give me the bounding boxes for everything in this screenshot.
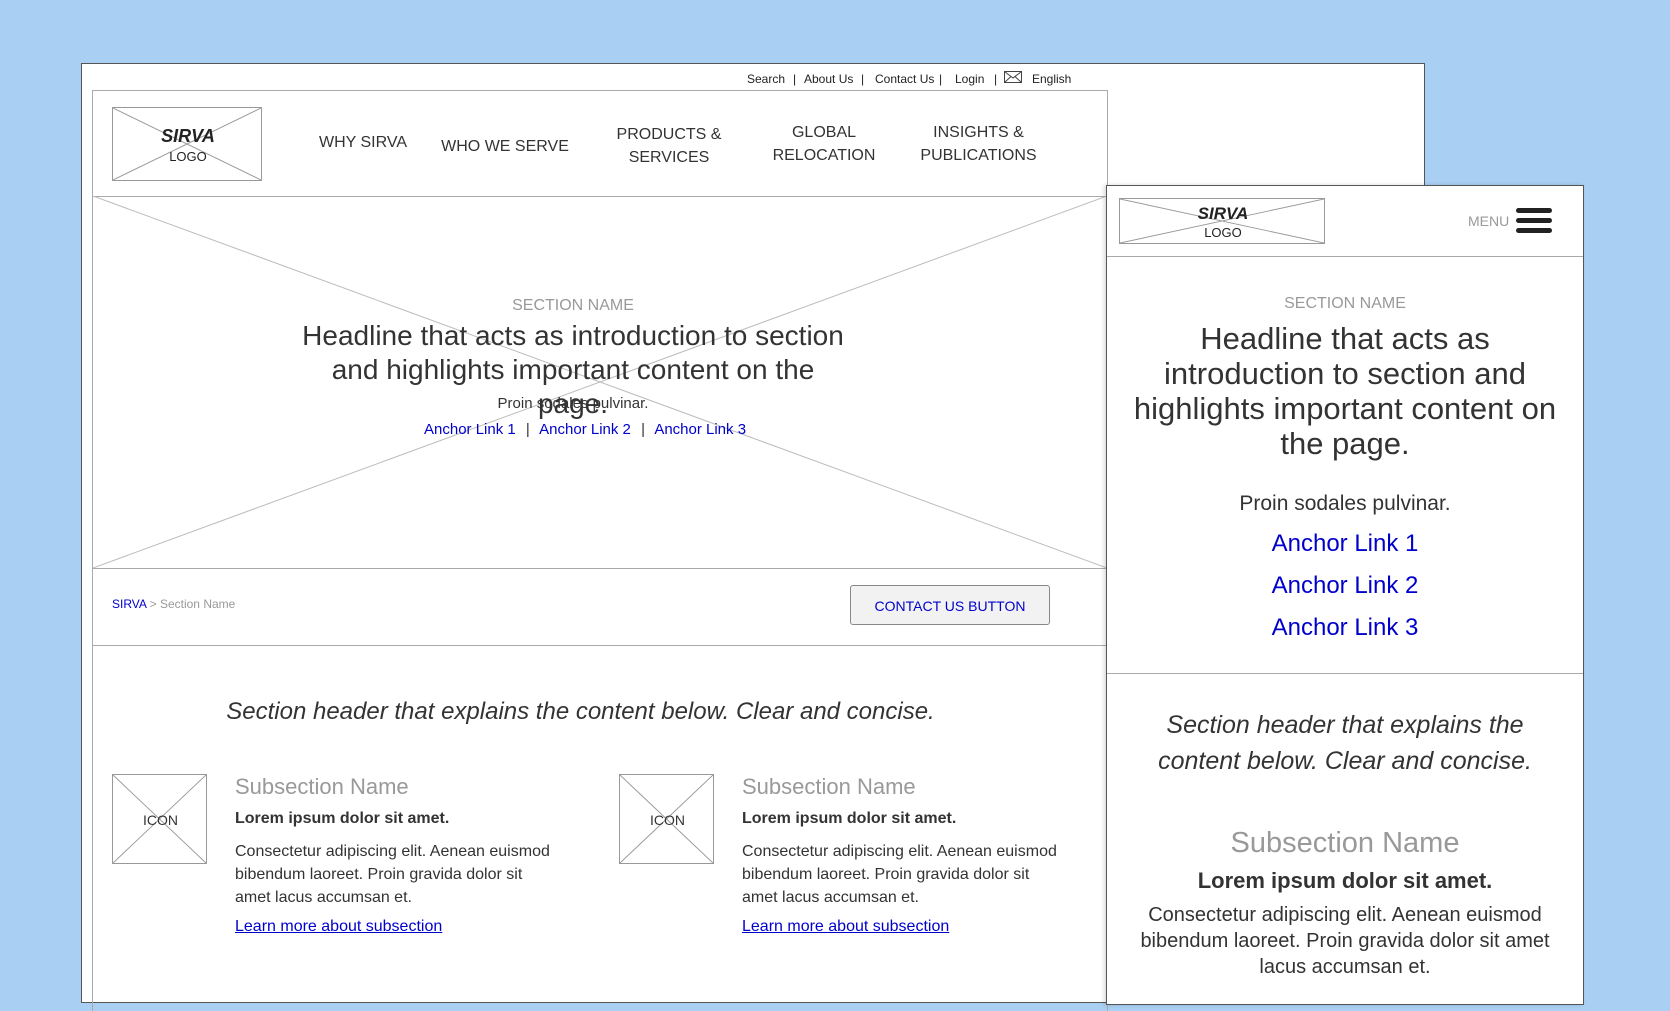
mobile-subsection-body: Consectetur adipiscing elit. Aenean euis…	[1140, 904, 1550, 978]
logo-label: LOGO	[169, 149, 207, 164]
subsection-icon: ICON	[619, 774, 714, 864]
subsection-icon: ICON	[112, 774, 207, 864]
utility-contact-link[interactable]: Contact Us	[875, 72, 934, 86]
utility-nav: Search | About Us | Contact Us | Login |…	[82, 64, 1092, 90]
mobile-wireframe: SIRVA LOGO MENU SECTION NAME Headline th…	[1106, 185, 1584, 1005]
divider	[1107, 673, 1583, 674]
hero-subtext: Proin sodales pulvinar.	[497, 395, 649, 412]
subsection-name: Subsection Name	[742, 774, 916, 799]
mobile-anchor-link-3[interactable]: Anchor Link 3	[1107, 614, 1583, 642]
mobile-subsection-lead: Lorem ipsum dolor sit amet.	[1197, 868, 1493, 893]
mobile-subsection-name: Subsection Name	[1230, 827, 1460, 859]
breadcrumb-home[interactable]: SIRVA	[112, 597, 146, 611]
icon-placeholder-label: ICON	[143, 812, 178, 828]
nav-products-services[interactable]: PRODUCTS & SERVICES	[603, 123, 735, 169]
desktop-page: SIRVA LOGO WHY SIRVA WHO WE SERVE PRODUC…	[92, 90, 1108, 1011]
mobile-anchor-link-1[interactable]: Anchor Link 1	[1107, 530, 1583, 558]
language-selector[interactable]: English	[1032, 72, 1071, 86]
mobile-header: SIRVA LOGO MENU	[1107, 186, 1583, 257]
mobile-section-header: Section header that explains the content…	[1158, 711, 1532, 775]
learn-more-link[interactable]: Learn more about subsection	[742, 918, 949, 936]
breadcrumb-current: Section Name	[159, 597, 236, 611]
contact-us-button[interactable]: CONTACT US BUTTON	[850, 585, 1050, 625]
separator: |	[793, 72, 797, 86]
subsection-lead: Lorem ipsum dolor sit amet.	[235, 810, 450, 827]
breadcrumb: SIRVA > Section Name	[112, 597, 235, 611]
nav-who-we-serve[interactable]: WHO WE SERVE	[435, 135, 575, 158]
separator: |	[525, 421, 530, 438]
anchor-link-1[interactable]: Anchor Link 1	[424, 421, 516, 438]
subsection-card: ICON Subsection Name Lorem ipsum dolor s…	[112, 774, 572, 974]
hamburger-menu-icon[interactable]	[1516, 208, 1552, 238]
site-logo[interactable]: SIRVA LOGO	[112, 107, 262, 181]
hero-image-placeholder: SECTION NAME Headline that acts as intro…	[93, 196, 1107, 569]
subsection-body: Consectetur adipiscing elit. Aenean euis…	[742, 843, 1057, 906]
logo-label: LOGO	[1204, 225, 1242, 240]
mobile-anchor-link-2[interactable]: Anchor Link 2	[1107, 572, 1583, 600]
subsection-lead: Lorem ipsum dolor sit amet.	[742, 810, 957, 827]
mobile-section-name: SECTION NAME	[1284, 295, 1406, 312]
anchor-link-2[interactable]: Anchor Link 2	[539, 421, 631, 438]
separator: |	[861, 72, 865, 86]
separator: |	[939, 72, 943, 86]
menu-label[interactable]: MENU	[1468, 213, 1509, 229]
separator: |	[641, 421, 645, 438]
subsection-name: Subsection Name	[235, 774, 409, 799]
hero-anchor-links: Anchor Link 1 | Anchor Link 2 | Anchor L…	[424, 421, 746, 438]
envelope-icon[interactable]	[1004, 71, 1022, 83]
logo-brand: SIRVA	[1197, 204, 1249, 223]
anchor-link-3[interactable]: Anchor Link 3	[654, 421, 746, 438]
utility-login-link[interactable]: Login	[955, 72, 984, 86]
hero-section-name: SECTION NAME	[512, 297, 634, 314]
utility-search-link[interactable]: Search	[747, 72, 785, 86]
learn-more-link[interactable]: Learn more about subsection	[235, 918, 442, 936]
separator: |	[994, 72, 998, 86]
logo-brand: SIRVA	[161, 126, 215, 146]
mobile-subtext: Proin sodales pulvinar.	[1239, 492, 1451, 515]
mobile-headline: Headline that acts as introduction to se…	[1133, 321, 1557, 461]
nav-why-sirva[interactable]: WHY SIRVA	[311, 131, 415, 154]
subsection-card: ICON Subsection Name Lorem ipsum dolor s…	[619, 774, 1079, 974]
section-header: Section header that explains the content…	[226, 698, 935, 725]
icon-placeholder-label: ICON	[650, 812, 685, 828]
breadcrumb-bar: SIRVA > Section Name CONTACT US BUTTON	[93, 568, 1107, 646]
site-header: SIRVA LOGO WHY SIRVA WHO WE SERVE PRODUC…	[93, 91, 1107, 197]
breadcrumb-separator: >	[149, 597, 157, 611]
utility-about-link[interactable]: About Us	[804, 72, 853, 86]
subsection-body: Consectetur adipiscing elit. Aenean euis…	[235, 843, 550, 906]
mobile-site-logo[interactable]: SIRVA LOGO	[1119, 198, 1325, 244]
nav-insights-publications[interactable]: INSIGHTS & PUBLICATIONS	[911, 121, 1046, 167]
nav-global-relocation[interactable]: GLOBAL RELOCATION	[765, 121, 883, 167]
